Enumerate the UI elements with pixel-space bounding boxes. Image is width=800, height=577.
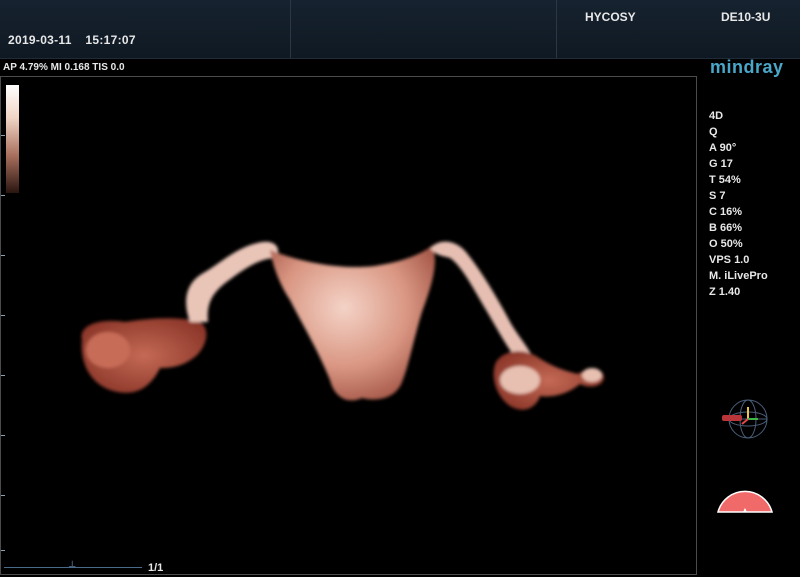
param-angle: A 90° bbox=[709, 142, 737, 154]
depth-tick bbox=[1, 550, 5, 551]
param-smooth: S 7 bbox=[709, 190, 726, 202]
fan-indicator-icon bbox=[717, 490, 773, 513]
depth-tick bbox=[1, 255, 5, 256]
right-tube bbox=[430, 241, 534, 366]
param-brightness: B 66% bbox=[709, 222, 743, 234]
param-transparency: T 54% bbox=[709, 174, 741, 186]
depth-tick bbox=[1, 495, 5, 496]
brand-logo: mindray bbox=[710, 57, 784, 77]
left-tube bbox=[186, 241, 279, 322]
depth-tick bbox=[1, 135, 5, 136]
depth-tick bbox=[1, 435, 5, 436]
probe-name[interactable]: DE10-3U bbox=[721, 10, 770, 24]
depth-tick bbox=[1, 375, 5, 376]
param-contrast: C 16% bbox=[709, 206, 743, 218]
param-vps: VPS 1.0 bbox=[709, 254, 750, 266]
imaging-parameters: 4D Q A 90° G 17 T 54% S 7 C 16% B 66% O … bbox=[709, 108, 768, 300]
orientation-globe-icon[interactable] bbox=[718, 398, 770, 440]
param-render-mode: M. iLivePro bbox=[709, 270, 768, 282]
cine-frame-counter: 1/1 bbox=[148, 562, 164, 574]
param-opacity: O 50% bbox=[709, 238, 743, 250]
depth-tick bbox=[1, 195, 5, 196]
uterus-3d-render bbox=[81, 241, 604, 410]
uterus-body bbox=[270, 246, 435, 401]
param-mode: 4D bbox=[709, 110, 724, 122]
cine-marker-icon[interactable]: ┴ bbox=[69, 561, 75, 571]
grayscale-bar bbox=[6, 85, 19, 193]
depth-tick bbox=[1, 315, 5, 316]
param-quality: Q bbox=[709, 126, 718, 138]
param-gain: G 17 bbox=[709, 158, 733, 170]
param-zoom: Z 1.40 bbox=[709, 286, 741, 298]
